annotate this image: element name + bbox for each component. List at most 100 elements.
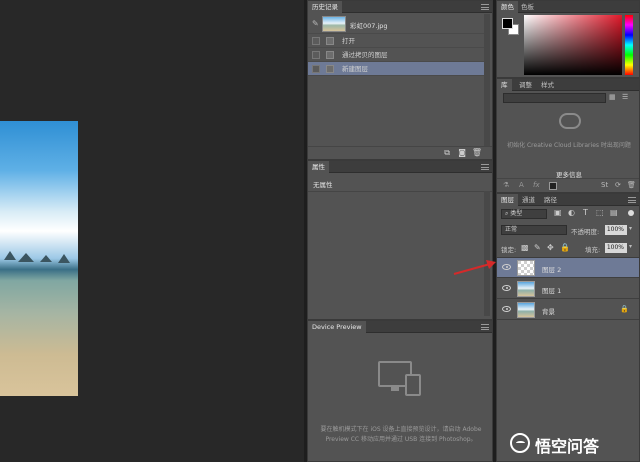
tab-device-preview[interactable]: Device Preview: [308, 321, 366, 333]
history-snapshot[interactable]: ✎ 彩虹007.jpg: [308, 14, 486, 34]
history-source-checkbox[interactable]: [312, 51, 320, 59]
history-item-label: 新建图层: [342, 65, 368, 73]
history-item-label: 通过拷贝的图层: [342, 51, 388, 59]
tab-paths[interactable]: 路径: [540, 194, 561, 206]
layer-name: 背景: [542, 308, 555, 316]
monitor-stand-icon: [391, 387, 399, 391]
stock-icon[interactable]: St: [601, 181, 608, 189]
tab-styles[interactable]: 样式: [537, 79, 558, 91]
layer-name: 图层 2: [542, 266, 562, 274]
fill-input[interactable]: 100%: [605, 243, 627, 253]
canvas-image: [0, 121, 78, 396]
lock-label: 锁定:: [501, 246, 517, 254]
trash-icon[interactable]: 🗑: [472, 148, 482, 157]
device-preview-tabbar: Device Preview: [308, 321, 492, 333]
opacity-label: 不透明度:: [571, 228, 600, 236]
library-tabbar: 库 调整 样式: [497, 79, 639, 91]
color-tabbar: 颜色 色板: [497, 1, 639, 13]
watermark: 悟空问答: [510, 430, 636, 456]
mountain-shape: [18, 253, 34, 262]
history-tabbar: 历史记录: [308, 1, 492, 13]
tab-library[interactable]: 库: [497, 79, 512, 91]
layers-panel: 图层 通道 路径 ⌕ 类型 ▣ ◐ T ⬚ ▤ 正常 不透明度: 100% ▾ …: [496, 193, 640, 462]
history-item[interactable]: 通过拷贝的图层: [308, 48, 484, 62]
layer-row-selected[interactable]: 图层 2: [497, 258, 639, 278]
library-panel: 库 调整 样式 ▦ ☰ 初始化 Creative Cloud Libraries…: [496, 78, 640, 193]
tab-channels[interactable]: 通道: [518, 194, 539, 206]
visibility-eye-icon[interactable]: [502, 285, 511, 291]
trash-icon[interactable]: 🗑: [627, 181, 636, 189]
filter-shape-icon[interactable]: ⬚: [596, 208, 604, 217]
history-item-label: 打开: [342, 37, 355, 45]
cloud-error-icon: [559, 113, 581, 129]
history-item[interactable]: 打开: [308, 34, 484, 48]
tab-adjustments[interactable]: 调整: [515, 79, 536, 91]
filter-smart-object-icon[interactable]: ▤: [610, 208, 618, 217]
add-graphic-icon[interactable]: ⚗: [503, 181, 509, 189]
add-layer-style-icon[interactable]: fx: [533, 181, 540, 189]
grid-view-icon[interactable]: ▦: [609, 93, 616, 101]
panel-menu-icon[interactable]: [481, 164, 489, 170]
layer-filter-select[interactable]: ⌕ 类型: [501, 209, 547, 219]
new-document-from-state-icon[interactable]: ⧉: [444, 148, 450, 158]
properties-panel: 属性 无属性: [307, 160, 493, 320]
lock-move-icon[interactable]: ✥: [547, 243, 554, 252]
history-source-checkbox[interactable]: [312, 37, 320, 45]
tab-history[interactable]: 历史记录: [308, 1, 342, 13]
watermark-text: 悟空问答: [535, 437, 600, 456]
lock-transparent-icon[interactable]: ▩: [521, 243, 529, 252]
color-field[interactable]: [524, 15, 622, 75]
tab-color[interactable]: 颜色: [497, 1, 518, 13]
filter-adjustment-icon[interactable]: ◐: [568, 208, 575, 217]
lock-all-icon[interactable]: 🔒: [560, 243, 570, 252]
snapshot-thumbnail: [322, 16, 346, 32]
history-scrollbar[interactable]: [484, 14, 490, 147]
tab-layers[interactable]: 图层: [497, 194, 518, 206]
library-select[interactable]: [503, 93, 606, 103]
annotation-arrow-icon: [453, 260, 496, 276]
sync-icon[interactable]: ⟳: [615, 181, 621, 189]
visibility-eye-icon[interactable]: [502, 306, 511, 312]
document-canvas[interactable]: [0, 0, 304, 462]
snapshot-name: 彩虹007.jpg: [350, 22, 388, 30]
watermark-logo-mark: [516, 441, 525, 445]
tablet-icon: [405, 374, 421, 396]
library-message: 初始化 Creative Cloud Libraries 时出现问题: [507, 142, 631, 149]
device-preview-description: 要在触机模式下在 iOS 设备上直接预览设计，请启动 Adobe Preview…: [320, 426, 482, 443]
panel-menu-icon[interactable]: [481, 324, 489, 330]
add-character-style-icon[interactable]: A: [519, 181, 524, 189]
panel-menu-icon[interactable]: [481, 4, 489, 10]
chevron-down-icon[interactable]: ▾: [629, 225, 632, 232]
blend-mode-select[interactable]: 正常: [501, 225, 567, 235]
color-panel: 颜色 色板: [496, 0, 640, 78]
mountain-shape: [58, 254, 70, 263]
history-item-selected[interactable]: 新建图层: [308, 62, 484, 76]
layers-tabbar: 图层 通道 路径: [497, 194, 639, 206]
filter-pixel-icon[interactable]: ▣: [554, 208, 562, 217]
panel-menu-icon[interactable]: [628, 197, 636, 203]
visibility-eye-icon[interactable]: [502, 264, 511, 270]
layer-thumbnail-transparent: [517, 260, 535, 276]
tab-swatches[interactable]: 色板: [517, 1, 538, 13]
filter-type-icon[interactable]: T: [583, 208, 588, 217]
document-icon: [326, 51, 334, 59]
layer-row[interactable]: 背景 🔒: [497, 300, 639, 320]
layer-name: 图层 1: [542, 287, 562, 295]
layer-row[interactable]: 图层 1: [497, 279, 639, 299]
camera-icon[interactable]: ◙: [458, 148, 466, 157]
filter-toggle-icon[interactable]: [628, 210, 634, 216]
divider: [308, 191, 492, 192]
layer-filter-label: 类型: [510, 210, 523, 217]
opacity-input[interactable]: 100%: [605, 225, 627, 235]
chevron-down-icon[interactable]: ▾: [629, 243, 632, 250]
properties-scrollbar[interactable]: [484, 191, 490, 316]
hue-slider[interactable]: [625, 15, 633, 75]
mountain-shape: [4, 251, 16, 260]
tab-properties[interactable]: 属性: [308, 161, 329, 173]
list-view-icon[interactable]: ☰: [622, 93, 628, 101]
history-source-checkbox[interactable]: [312, 65, 320, 73]
lock-brush-icon[interactable]: ✎: [534, 243, 541, 252]
foreground-color-swatch[interactable]: [502, 18, 513, 29]
properties-content: 无属性: [313, 181, 333, 189]
add-fill-color-icon[interactable]: [549, 182, 557, 190]
